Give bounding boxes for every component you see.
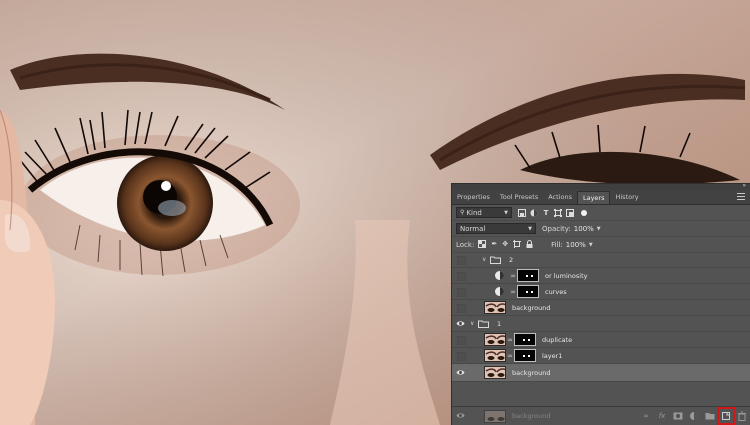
tab-history[interactable]: History [610,191,643,204]
filter-toggle-icon[interactable] [581,209,587,216]
link-icon[interactable]: ∞ [641,411,651,421]
lock-label: Lock: [456,240,475,249]
layers-panel: » Properties Tool Presets Actions Layers… [451,183,750,425]
chevron-down-icon: ▼ [588,241,593,248]
visibility-toggle[interactable] [452,348,466,364]
adjustment-icon[interactable] [689,411,699,421]
layer-name: background [512,368,551,377]
folder-icon [490,256,501,264]
layer-curves[interactable]: ∞ curves [452,284,750,300]
lock-paint-icon[interactable]: ✒ [491,240,497,250]
panel-tabs: Properties Tool Presets Actions Layers H… [452,190,750,205]
visibility-toggle [452,408,465,424]
smart-object-filter-icon[interactable] [566,208,574,217]
panel-menu-icon[interactable] [737,193,745,200]
dragged-layer-ghost: background [452,407,550,425]
layers-list: ∨ 2 ∞ or luminosity ∞ curves background … [452,252,750,407]
eye-icon [456,369,465,375]
filter-kind-label: Kind [466,208,482,217]
filter-kind-select[interactable]: ⚲ Kind ▼ [456,207,512,218]
mask-icon[interactable] [673,411,683,421]
layer-thumbnail [484,333,506,346]
new-layer-icon[interactable] [717,407,735,425]
adjustment-filter-icon[interactable] [530,209,538,217]
fill-label: Fill: [551,240,563,249]
eye-icon [456,320,465,326]
layer-group-2[interactable]: ∨ 2 [452,252,750,268]
type-filter-icon[interactable]: T [542,209,550,217]
visibility-toggle[interactable] [452,268,466,284]
blend-mode-value: Normal [460,224,486,233]
visibility-toggle[interactable] [452,252,466,268]
layer-name: 2 [509,255,514,264]
visibility-toggle[interactable] [452,284,466,300]
eye-icon [456,413,465,418]
search-icon: ⚲ [460,209,465,216]
fx-icon[interactable]: fx [657,411,667,421]
visibility-toggle[interactable] [452,365,465,381]
layer-name: background [512,412,551,420]
layer-thumbnail [484,409,506,423]
chevron-down-icon: ▼ [528,225,532,232]
lock-artboard-icon[interactable] [513,239,522,250]
blend-mode-select[interactable]: Normal ▼ [456,223,536,234]
layer-thumbnail [484,349,506,362]
disclosure-chevron-icon[interactable]: ∨ [470,320,478,327]
layer-name: or luminosity [545,271,588,280]
tab-tool-presets[interactable]: Tool Presets [495,191,543,204]
opacity-label: Opacity: [542,224,571,233]
chevron-down-icon: ▼ [596,225,601,232]
disclosure-chevron-icon[interactable]: ∨ [482,256,490,263]
layer-thumbnail [484,366,506,379]
layer-name: duplicate [542,335,573,344]
fill-input[interactable]: 100% ▼ [566,239,593,250]
layer-thumbnail [484,301,506,314]
lock-row: Lock: ✒ ✥ Fill: 100% ▼ [452,237,750,253]
layer-name: 1 [497,319,502,328]
layer-layer1[interactable]: ∞ layer1 [452,348,750,364]
layer-group-1[interactable]: ∨ 1 [452,316,750,332]
link-icon[interactable]: ∞ [510,288,516,296]
layer-mask-thumbnail[interactable] [514,349,536,362]
layer-name: background [512,303,551,312]
layer-background-group2[interactable]: background [452,300,750,316]
visibility-toggle[interactable] [452,332,466,348]
lock-transparent-icon[interactable] [478,239,487,250]
link-icon[interactable]: ∞ [507,336,513,344]
opacity-input[interactable]: 100% ▼ [574,223,601,234]
layer-mask-thumbnail[interactable] [517,269,539,282]
lock-all-icon[interactable] [526,239,533,250]
layer-name: layer1 [542,351,563,360]
tab-properties[interactable]: Properties [452,191,495,204]
layer-duplicate[interactable]: ∞ duplicate [452,332,750,348]
opacity-value: 100% [573,224,594,233]
shape-filter-icon[interactable] [554,208,562,217]
chevron-down-icon: ▼ [504,209,508,216]
folder-icon[interactable] [705,411,715,421]
collapse-panel-icon[interactable]: » [742,184,746,189]
panel-bottom-bar: background ∞ fx [452,406,750,425]
tab-layers[interactable]: Layers [576,191,611,204]
visibility-toggle[interactable] [452,300,466,316]
layer-or-luminosity[interactable]: ∞ or luminosity [452,268,750,284]
tab-actions[interactable]: Actions [543,191,577,204]
visibility-toggle[interactable] [452,316,465,332]
fill-value: 100% [565,240,586,249]
adjustment-layer-icon [495,271,504,280]
link-icon[interactable]: ∞ [510,272,516,280]
adjustment-layer-icon [495,287,504,296]
blend-row: Normal ▼ Opacity: 100% ▼ [452,221,750,237]
layer-name: curves [545,287,567,296]
lock-position-icon[interactable]: ✥ [502,240,508,250]
link-icon[interactable]: ∞ [507,352,513,360]
layer-mask-thumbnail[interactable] [517,285,539,298]
trash-icon[interactable] [737,411,747,421]
folder-icon [478,320,489,328]
layer-background-selected[interactable]: background [452,364,750,382]
layer-mask-thumbnail[interactable] [514,333,536,346]
layer-filter-row: ⚲ Kind ▼ T [452,205,750,221]
pixel-filter-icon[interactable] [518,208,526,217]
